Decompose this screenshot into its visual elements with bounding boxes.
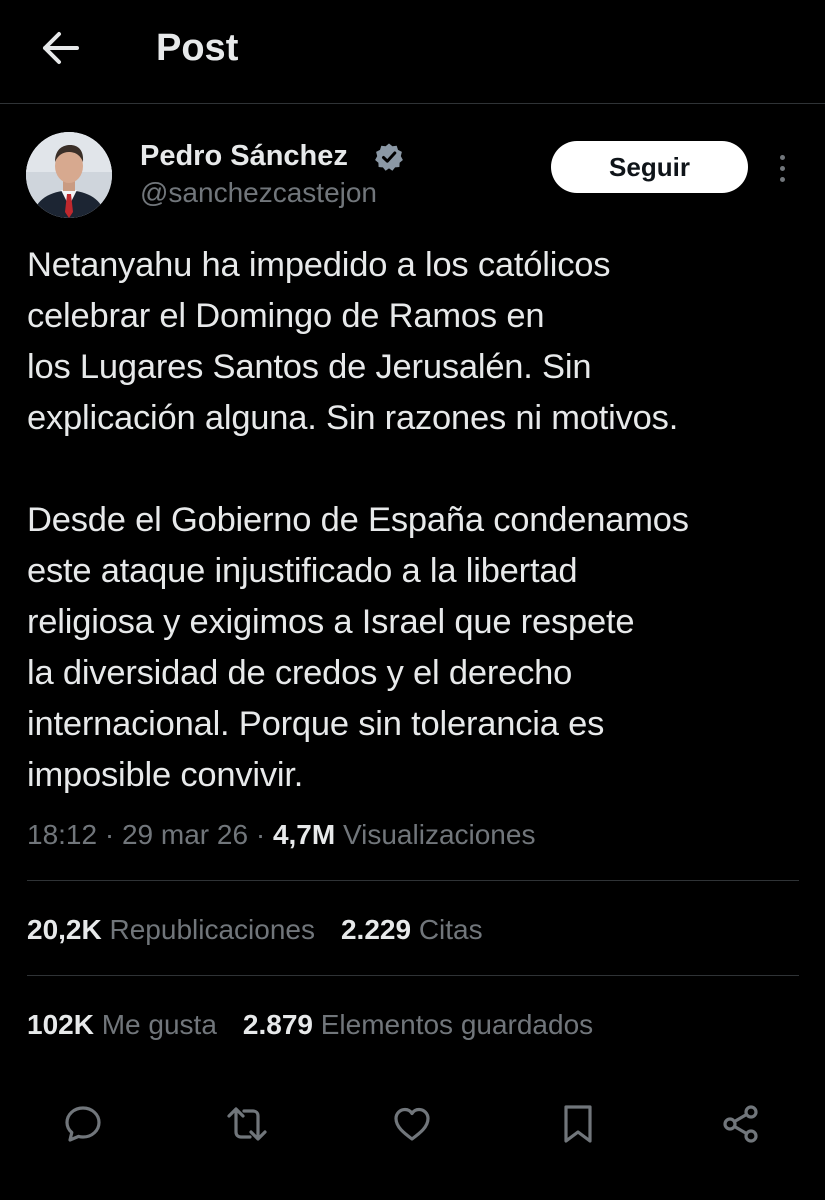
top-bar: Post (0, 0, 825, 104)
bookmarks-label: Elementos guardados (320, 1009, 594, 1040)
reply-icon (65, 1106, 101, 1142)
share-icon (723, 1105, 758, 1143)
repost-button[interactable] (223, 1100, 271, 1148)
repost-icon (227, 1107, 267, 1141)
like-button[interactable] (388, 1100, 436, 1148)
more-dot-icon (779, 176, 785, 182)
separator: · (104, 819, 115, 850)
repost-stats: 20,2K Republicaciones 2.229 Citas (27, 910, 483, 950)
likes-label: Me gusta (101, 1009, 217, 1040)
more-options-button[interactable] (766, 148, 798, 188)
views-label[interactable]: Visualizaciones (343, 819, 536, 850)
post-meta: 18:12 · 29 mar 26 · 4,7M Visualizaciones (27, 815, 535, 855)
arrow-left-icon (43, 32, 79, 64)
post-text: Netanyahu ha impedido a los católicos ce… (27, 246, 689, 794)
reposts-stat[interactable]: 20,2K Republicaciones (27, 914, 315, 945)
post-date[interactable]: 29 mar 26 (122, 819, 248, 850)
more-dot-icon (779, 165, 785, 171)
quotes-count: 2.229 (340, 914, 412, 945)
reposts-count: 20,2K (27, 914, 102, 945)
divider (27, 975, 799, 976)
verified-badge-icon (375, 143, 403, 171)
bookmark-button[interactable] (554, 1100, 602, 1148)
bookmark-icon (564, 1105, 592, 1143)
bookmarks-stat[interactable]: 2.879 Elementos guardados (243, 1009, 593, 1040)
avatar[interactable] (26, 132, 112, 218)
like-stats: 102K Me gusta 2.879 Elementos guardados (27, 1005, 593, 1045)
page-title: Post (156, 27, 239, 69)
follow-button[interactable]: Seguir (551, 141, 748, 193)
author-row: Pedro Sánchez @sanchezcastejon Seguir (0, 126, 825, 226)
bookmarks-count: 2.879 (242, 1009, 313, 1040)
likes-stat[interactable]: 102K Me gusta (27, 1009, 217, 1040)
post-time[interactable]: 18:12 (27, 819, 97, 850)
views-count[interactable]: 4,7M (273, 819, 335, 850)
action-bar (0, 1096, 825, 1152)
reposts-label: Republicaciones (109, 914, 315, 945)
like-icon (394, 1107, 430, 1141)
quotes-label: Citas (418, 914, 483, 945)
back-button[interactable] (36, 26, 84, 70)
share-button[interactable] (717, 1100, 765, 1148)
divider (27, 880, 799, 881)
likes-count: 102K (27, 1009, 94, 1040)
avatar-image (26, 132, 112, 218)
reply-button[interactable] (59, 1100, 107, 1148)
separator: · (255, 819, 266, 850)
quotes-stat[interactable]: 2.229 Citas (341, 914, 483, 945)
author-handle[interactable]: @sanchezcastejon (140, 176, 377, 210)
more-dot-icon (779, 154, 785, 160)
author-name[interactable]: Pedro Sánchez (140, 138, 348, 174)
